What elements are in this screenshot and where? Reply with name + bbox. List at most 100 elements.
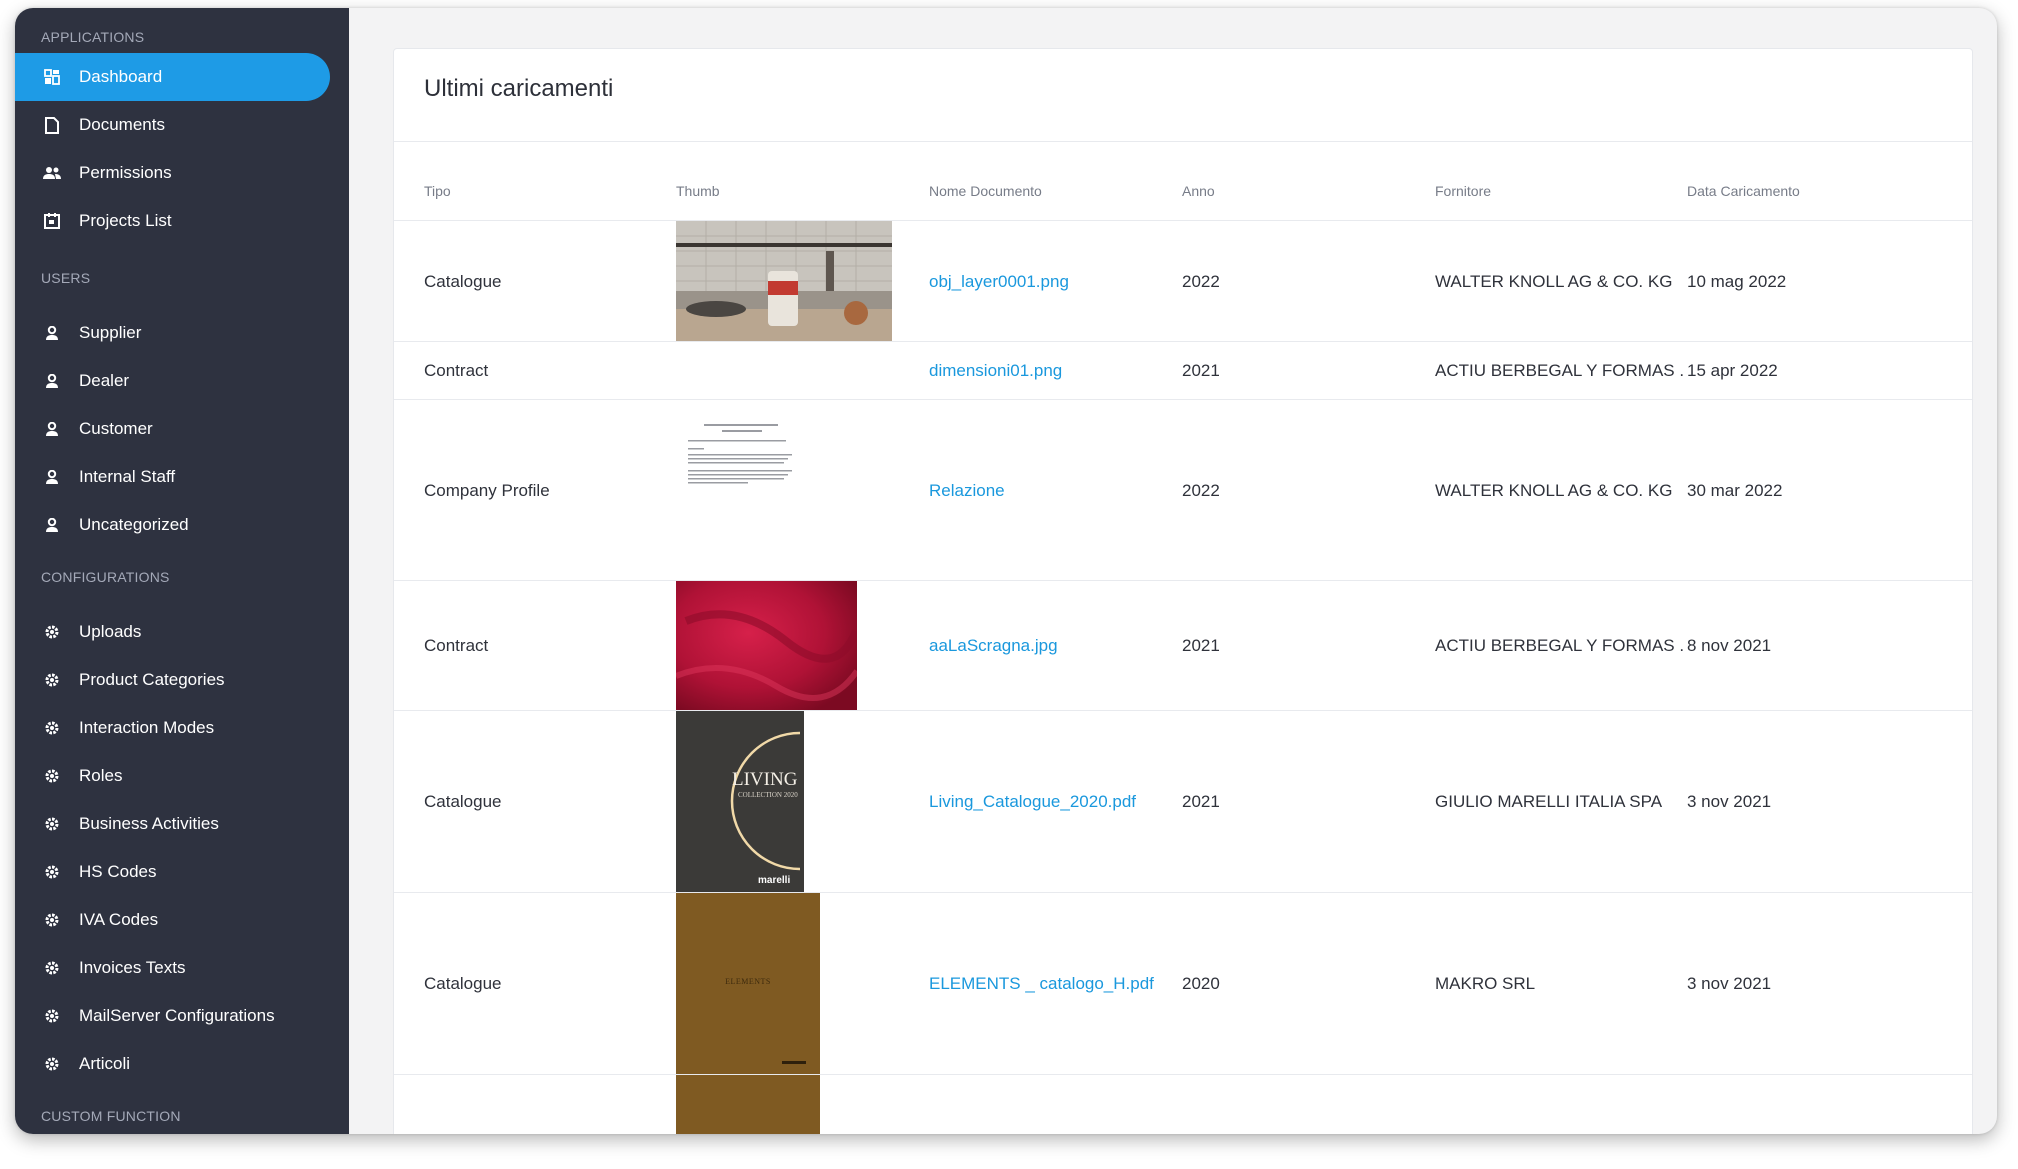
cell-anno: 2020 <box>1182 974 1220 993</box>
table-row: Contract aaLaScragna.jpg 2021 ACTIU BERB… <box>394 580 1972 711</box>
column-header-tipo[interactable]: Tipo <box>424 183 451 199</box>
cover-subtitle: COLLECTION 2020 <box>738 791 798 799</box>
user-icon <box>41 514 63 536</box>
document-link[interactable]: aaLaScragna.jpg <box>929 581 1058 711</box>
sidebar-item-product-categories[interactable]: Product Categories <box>15 656 330 704</box>
table-row: Catalogue LIVING COLLECTION 2020 marelli… <box>394 710 1972 893</box>
gear-icon <box>41 813 63 835</box>
sidebar-item-invoices-texts[interactable]: Invoices Texts <box>15 944 330 992</box>
elements-catalogue-thumbnail <box>676 1075 820 1134</box>
cell-fornitore: GIULIO MARELLI ITALIA SPA <box>1435 792 1663 811</box>
document-icon <box>41 114 63 136</box>
gear-icon <box>41 1005 63 1027</box>
sidebar-item-dashboard[interactable]: Dashboard <box>15 53 330 101</box>
column-header-anno[interactable]: Anno <box>1182 183 1215 199</box>
document-link[interactable]: Living_Catalogue_2020.pdf <box>929 711 1136 893</box>
table-row <box>394 1074 1972 1134</box>
user-icon <box>41 322 63 344</box>
cell-anno: 2021 <box>1182 792 1220 811</box>
column-header-thumb[interactable]: Thumb <box>676 183 720 199</box>
user-icon <box>41 370 63 392</box>
document-link[interactable]: ELEMENTS _ catalogo_H.pdf <box>929 893 1154 1075</box>
sidebar-item-label: Supplier <box>79 323 142 342</box>
elements-catalogue-thumbnail: ELEMENTS <box>676 893 820 1075</box>
gear-icon <box>41 669 63 691</box>
sidebar-item-label: Articoli <box>79 1054 131 1073</box>
section-title-users: USERS <box>41 270 91 286</box>
user-icon <box>41 466 63 488</box>
gear-icon <box>41 909 63 931</box>
cell-tipo: Catalogue <box>424 792 502 811</box>
cell-tipo: Catalogue <box>424 271 502 291</box>
thumbnail[interactable] <box>676 400 796 601</box>
cell-fornitore: WALTER KNOLL AG & CO. KG <box>1435 271 1673 291</box>
sidebar-item-label: Documents <box>79 115 165 134</box>
table-row: Catalogue obj_layer0001.png 2022 WALTER … <box>394 220 1972 342</box>
cell-fornitore: WALTER KNOLL AG & CO. KG <box>1435 480 1673 500</box>
section-title-custom-function: CUSTOM FUNCTION <box>41 1108 181 1124</box>
sidebar-item-label: Permissions <box>79 163 172 182</box>
sidebar-item-interaction-modes[interactable]: Interaction Modes <box>15 704 330 752</box>
sidebar-item-label: Roles <box>79 766 123 785</box>
sidebar-item-uploads[interactable]: Uploads <box>15 608 330 656</box>
table-row: Catalogue ELEMENTS ELEMENTS _ catalogo_H… <box>394 892 1972 1075</box>
gear-icon <box>41 957 63 979</box>
calendar-icon <box>41 210 63 232</box>
thumbnail[interactable] <box>676 581 857 711</box>
cell-data-caricamento: 3 nov 2021 <box>1687 792 1772 811</box>
cell-tipo: Contract <box>424 361 489 380</box>
gear-icon <box>41 765 63 787</box>
app-window: APPLICATIONS Dashboard Documents Permiss… <box>15 8 1997 1134</box>
cell-data-caricamento: 10 mag 2022 <box>1687 271 1787 291</box>
cell-anno: 2022 <box>1182 480 1220 500</box>
sidebar-item-customer[interactable]: Customer <box>15 405 330 453</box>
sidebar-item-supplier[interactable]: Supplier <box>15 309 330 357</box>
cell-fornitore: MAKRO SRL <box>1435 974 1536 993</box>
sidebar-item-mailserver-configurations[interactable]: MailServer Configurations <box>15 992 330 1040</box>
sidebar-item-label: IVA Codes <box>79 910 159 929</box>
column-header-fornitore[interactable]: Fornitore <box>1435 183 1491 199</box>
sidebar-item-label: HS Codes <box>79 862 157 881</box>
card-title: Ultimi caricamenti <box>424 75 614 102</box>
sidebar-item-label: Uncategorized <box>79 515 189 534</box>
main-content: Ultimi caricamenti Tipo Thumb Nome Docum… <box>349 8 1997 1134</box>
sidebar-item-hs-codes[interactable]: HS Codes <box>15 848 330 896</box>
sidebar-item-label: Business Activities <box>79 814 219 833</box>
document-link[interactable]: Relazione <box>929 400 1005 581</box>
sidebar-item-label: Dealer <box>79 371 130 390</box>
column-header-nome-documento[interactable]: Nome Documento <box>929 183 1042 199</box>
document-link[interactable]: dimensioni01.png <box>929 342 1062 400</box>
cell-anno: 2021 <box>1182 636 1220 655</box>
sidebar-item-label: Internal Staff <box>79 467 176 486</box>
cell-tipo: Contract <box>424 636 489 655</box>
sidebar-item-internal-staff[interactable]: Internal Staff <box>15 453 330 501</box>
sidebar-item-label: Projects List <box>79 211 172 230</box>
column-header-data-caricamento[interactable]: Data Caricamento <box>1687 183 1800 199</box>
sidebar-item-label: Interaction Modes <box>79 718 215 737</box>
sidebar-item-iva-codes[interactable]: IVA Codes <box>15 896 330 944</box>
cell-tipo: Catalogue <box>424 974 502 993</box>
gear-icon <box>41 717 63 739</box>
cell-anno: 2022 <box>1182 271 1220 291</box>
sidebar-item-roles[interactable]: Roles <box>15 752 330 800</box>
sidebar-item-business-activities[interactable]: Business Activities <box>15 800 330 848</box>
sidebar-item-articoli[interactable]: Articoli <box>15 1040 330 1088</box>
sidebar-item-dealer[interactable]: Dealer <box>15 357 330 405</box>
sidebar-item-projects-list[interactable]: Projects List <box>15 197 330 245</box>
cell-data-caricamento: 30 mar 2022 <box>1687 480 1783 500</box>
sidebar-item-documents[interactable]: Documents <box>15 101 330 149</box>
thumbnail[interactable] <box>676 221 892 342</box>
thumbnail[interactable]: ELEMENTS <box>676 893 820 1075</box>
thumbnail[interactable]: LIVING COLLECTION 2020 marelli <box>676 711 804 893</box>
cell-data-caricamento: 15 apr 2022 <box>1687 361 1778 380</box>
sidebar-item-permissions[interactable]: Permissions <box>15 149 330 197</box>
document-link[interactable]: obj_layer0001.png <box>929 221 1069 342</box>
sidebar-item-uncategorized[interactable]: Uncategorized <box>15 501 330 549</box>
cover-title: LIVING <box>732 769 798 790</box>
document-page-thumbnail <box>676 420 796 500</box>
kitchen-photo-thumbnail <box>676 221 892 342</box>
thumbnail[interactable] <box>676 1075 820 1134</box>
sidebar-item-label: MailServer Configurations <box>79 1006 275 1025</box>
sidebar-item-label: Dashboard <box>79 67 163 86</box>
red-fabric-thumbnail <box>676 581 857 711</box>
